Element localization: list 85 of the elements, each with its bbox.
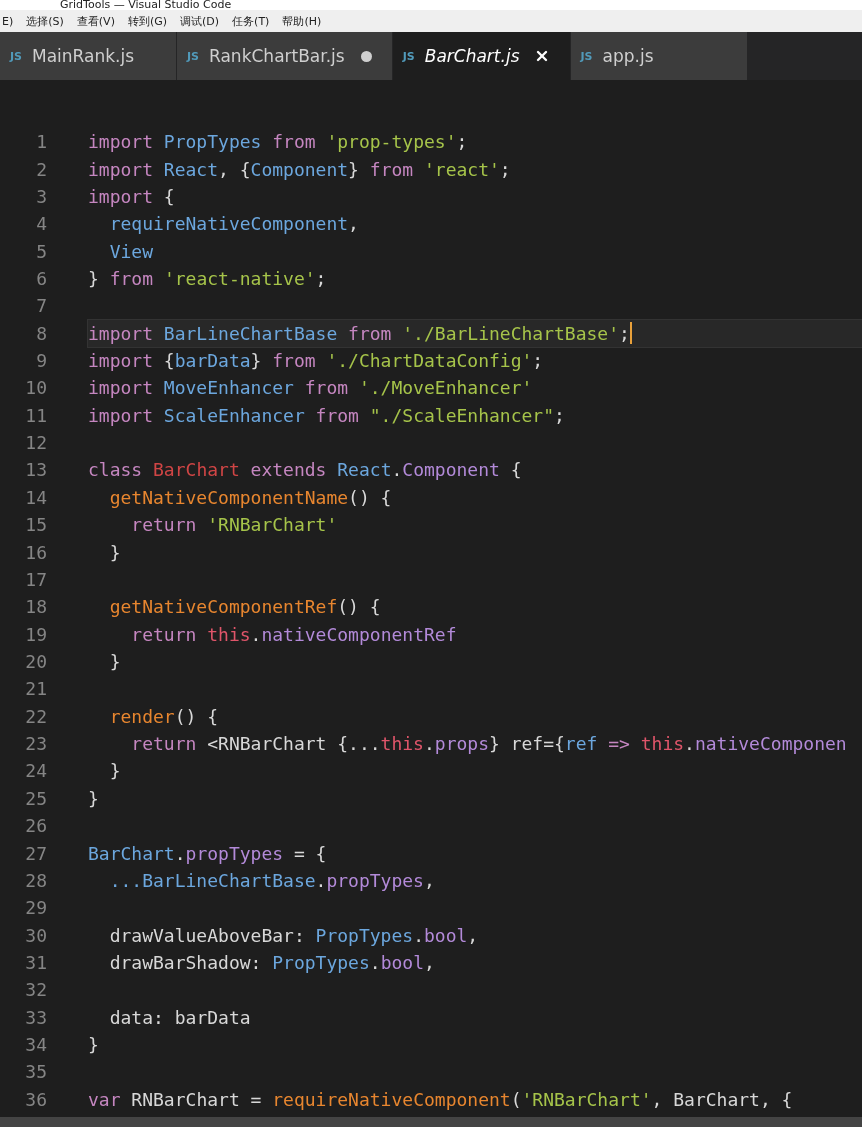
line-number: 25 xyxy=(24,787,47,809)
code-line: BarChart.propTypes = { xyxy=(88,842,327,864)
menu-item[interactable]: 调试(D) xyxy=(180,13,220,29)
line-number: 34 xyxy=(24,1034,47,1056)
file-type-label: JS xyxy=(187,49,199,63)
line-number: 22 xyxy=(24,705,47,727)
code-line: import React, {Component} from 'react'; xyxy=(88,158,511,180)
line-number: 18 xyxy=(24,596,47,618)
line-number: 19 xyxy=(24,623,47,645)
code-line: } xyxy=(108,651,121,672)
code-line: import MoveEnhancer from './MoveEnhancer' xyxy=(88,377,533,399)
editor-tab[interactable]: JS BarChart.js xyxy=(392,32,571,80)
line-number: 3 xyxy=(35,185,47,207)
line-number: 35 xyxy=(24,1061,47,1083)
code-line: } xyxy=(88,1034,99,1056)
code-line: } xyxy=(88,787,99,809)
editor-tab[interactable]: JS RankChartBar.js xyxy=(177,32,393,80)
line-number: 21 xyxy=(24,678,47,700)
line-number: 36 xyxy=(24,1088,47,1110)
line-number: 27 xyxy=(24,842,47,864)
line-number: 13 xyxy=(24,459,47,481)
code-line: data: barData xyxy=(108,1006,251,1028)
code-line: getNativeComponentName() { xyxy=(108,486,392,508)
line-number: 6 xyxy=(35,267,47,289)
tab-label: app.js xyxy=(602,46,654,66)
file-type-label: JS xyxy=(10,49,22,63)
line-number: 17 xyxy=(24,568,47,590)
code-line: return this.nativeComponentRef xyxy=(130,623,457,645)
file-type-label: JS xyxy=(580,49,593,63)
line-number: 11 xyxy=(24,404,47,426)
code-line: } from 'react-native'; xyxy=(88,267,327,289)
line-number: 2 xyxy=(35,158,47,180)
tab-label: BarChart.js xyxy=(424,46,520,66)
tab-label: RankChartBar.js xyxy=(209,46,345,66)
line-number: 7 xyxy=(35,295,47,317)
code-line: return 'RNBarChart' xyxy=(130,514,338,536)
window-title: GridTools — Visual Studio Code xyxy=(60,0,232,10)
code-line: getNativeComponentRef() { xyxy=(108,596,381,618)
line-number: 15 xyxy=(24,514,47,536)
code-line: return <RNBarChart {...this.props} ref={ref => this.nativeComponen xyxy=(130,733,847,755)
code-line: class BarChart extends React.Component { xyxy=(88,459,522,481)
code-line: ...BarLineChartBase.propTypes, xyxy=(108,869,435,891)
line-number: 20 xyxy=(24,651,47,672)
line-number: 29 xyxy=(24,897,47,919)
code-line: import {barData} from './ChartDataConfig'; xyxy=(88,350,544,372)
line-number: 9 xyxy=(35,350,47,372)
code-line: render() { xyxy=(108,705,219,727)
code-line: var RNBarChart = requireNativeComponent('RNBarChart', BarChart, { xyxy=(88,1088,793,1110)
line-number: 12 xyxy=(24,432,47,454)
code-line: requireNativeComponent, xyxy=(108,213,359,235)
code-line: import BarLineChartBase from './BarLineChartBase'; xyxy=(88,322,630,344)
line-number: 31 xyxy=(24,951,47,973)
editor-tab[interactable]: JS MainRank.js xyxy=(0,32,177,80)
line-number: 10 xyxy=(24,377,47,399)
code-line: import PropTypes from 'prop-types'; xyxy=(88,131,468,153)
text-cursor xyxy=(629,322,632,345)
code-line: } xyxy=(108,541,121,563)
code-line: drawBarShadow: PropTypes.bool, xyxy=(108,951,435,973)
line-number: 32 xyxy=(24,979,47,1001)
line-number: 1 xyxy=(35,131,47,153)
editor-tab[interactable]: JS app.js xyxy=(570,32,748,80)
file-type-label: JS xyxy=(402,49,415,63)
line-number: 8 xyxy=(35,322,47,344)
code-line: import ScaleEnhancer from "./ScaleEnhancer"; xyxy=(88,404,565,426)
line-number: 33 xyxy=(24,1006,47,1028)
line-number: 28 xyxy=(24,869,47,891)
line-number: 14 xyxy=(24,486,47,508)
line-number: 4 xyxy=(35,213,47,235)
menu-item[interactable]: 转到(G) xyxy=(127,13,168,29)
code-line: import { xyxy=(88,185,175,207)
line-number: 26 xyxy=(24,815,47,837)
code-line: } xyxy=(108,760,121,782)
menu-item[interactable]: 帮助(H) xyxy=(282,13,322,29)
menu-item[interactable]: E) xyxy=(2,14,14,28)
line-number: 5 xyxy=(35,240,47,262)
line-number: 16 xyxy=(24,541,47,563)
line-number: 30 xyxy=(24,924,47,946)
tab-label: MainRank.js xyxy=(32,46,135,66)
menu-item[interactable]: 任务(T) xyxy=(232,13,270,29)
code-line: View xyxy=(108,240,154,262)
line-number: 24 xyxy=(24,760,47,782)
menu-item[interactable]: 选择(S) xyxy=(26,13,64,29)
line-number: 23 xyxy=(24,733,47,755)
code-line: drawValueAboveBar: PropTypes.bool, xyxy=(108,924,479,946)
menu-item[interactable]: 查看(V) xyxy=(76,13,115,29)
